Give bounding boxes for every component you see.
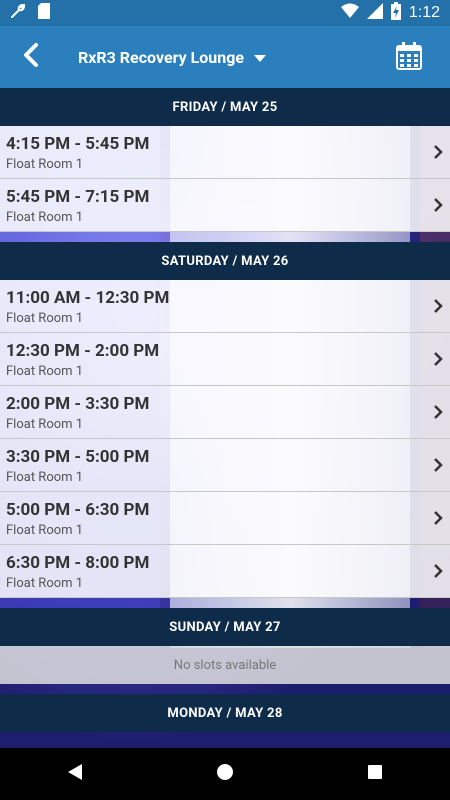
chevron-right-icon [432,197,444,213]
square-recents-icon [367,764,383,784]
time-slot-row[interactable]: 6:30 PM - 8:00 PM Float Room 1 [0,545,450,598]
no-slots-message: No slots available [0,646,450,684]
signal-icon [366,3,383,23]
battery-charging-icon [390,2,401,24]
triangle-back-icon [67,763,83,785]
circle-home-icon [216,763,234,785]
slot-room: Float Room 1 [6,470,84,485]
clock: 1:12 [408,4,440,21]
slot-room: Float Room 1 [6,210,84,225]
slot-room: Float Room 1 [6,576,84,591]
status-bar: 1:12 [0,0,450,26]
calendar-icon [396,42,422,74]
caret-down-icon [254,48,267,67]
slot-time: 11:00 AM - 12:30 PM [6,288,170,308]
slot-time: 12:30 PM - 2:00 PM [6,341,160,361]
wifi-icon [340,3,359,23]
slot-room: Float Room 1 [6,364,84,379]
slot-time: 4:15 PM - 5:45 PM [6,134,150,154]
chevron-left-icon [22,42,40,72]
nav-home-button[interactable] [195,754,255,794]
day-header-monday: MONDAY / MAY 28 [0,694,450,732]
slot-time: 5:45 PM - 7:15 PM [6,187,150,207]
sd-card-icon [38,3,50,23]
slot-time: 6:30 PM - 8:00 PM [6,553,150,573]
slot-time: 2:00 PM - 3:30 PM [6,394,150,414]
system-nav-bar [0,748,450,800]
slot-time: 3:30 PM - 5:00 PM [6,447,150,467]
time-slot-row[interactable]: 3:30 PM - 5:00 PM Float Room 1 [0,439,450,492]
back-button[interactable] [0,26,62,88]
location-dropdown[interactable]: RxR3 Recovery Lounge [78,47,267,67]
time-slot-row[interactable]: 2:00 PM - 3:30 PM Float Room 1 [0,386,450,439]
chevron-right-icon [432,457,444,473]
time-slot-row[interactable]: 5:45 PM - 7:15 PM Float Room 1 [0,179,450,232]
time-slot-row[interactable]: 5:00 PM - 6:30 PM Float Room 1 [0,492,450,545]
chevron-right-icon [432,563,444,579]
nav-recents-button[interactable] [345,754,405,794]
day-header-saturday: SATURDAY / MAY 26 [0,242,450,280]
day-header-sunday: SUNDAY / MAY 27 [0,608,450,646]
chevron-right-icon [432,298,444,314]
chevron-right-icon [432,510,444,526]
chevron-right-icon [432,144,444,160]
nav-back-button[interactable] [45,754,105,794]
time-slot-row[interactable]: 11:00 AM - 12:30 PM Float Room 1 [0,280,450,333]
time-slot-row[interactable]: 12:30 PM - 2:00 PM Float Room 1 [0,333,450,386]
wrench-icon [10,3,26,23]
calendar-button[interactable] [396,42,426,72]
slot-room: Float Room 1 [6,523,84,538]
day-header-friday: FRIDAY / MAY 25 [0,88,450,126]
app-bar: RxR3 Recovery Lounge [0,26,450,88]
slot-room: Float Room 1 [6,311,84,326]
slot-room: Float Room 1 [6,417,84,432]
chevron-right-icon [432,351,444,367]
slot-room: Float Room 1 [6,157,84,172]
location-title: RxR3 Recovery Lounge [78,47,245,67]
slot-time: 5:00 PM - 6:30 PM [6,500,150,520]
schedule-list[interactable]: FRIDAY / MAY 25 4:15 PM - 5:45 PM Float … [0,88,450,748]
time-slot-row[interactable]: 4:15 PM - 5:45 PM Float Room 1 [0,126,450,179]
chevron-right-icon [432,404,444,420]
